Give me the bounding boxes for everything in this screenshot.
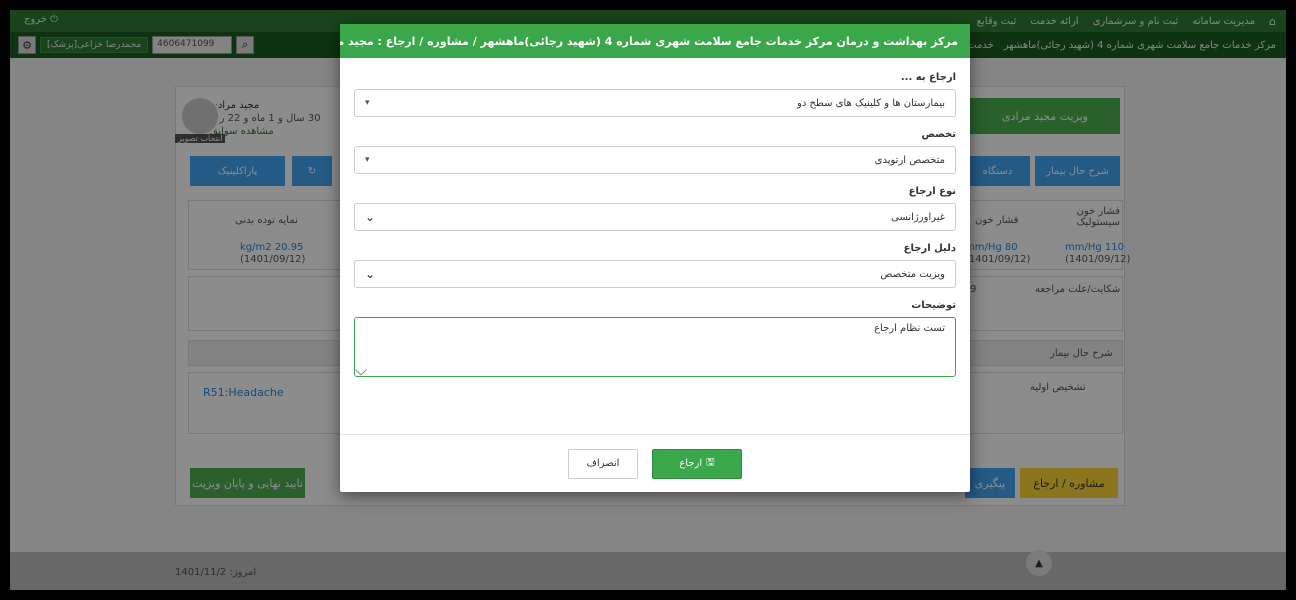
refer-to-value: بیمارستان ها و کلینیک های سطح دو xyxy=(796,97,945,109)
resize-handle-icon[interactable] xyxy=(355,364,367,376)
reason-value: ویزیت متخصص xyxy=(880,268,945,280)
modal-title: مرکز بهداشت و درمان مرکز خدمات جامع سلام… xyxy=(340,24,970,58)
reason-select[interactable]: ویزیت متخصص ⌄ xyxy=(354,260,956,288)
refer-modal: مرکز بهداشت و درمان مرکز خدمات جامع سلام… xyxy=(340,24,970,492)
save-icon: 🖫 xyxy=(706,457,715,468)
refer-to-label: ارجاع به ... xyxy=(900,72,956,83)
refer-button[interactable]: 🖫 ارجاع xyxy=(652,448,742,479)
chevron-down-icon: ⌄ xyxy=(365,267,376,281)
specialty-label: تخصص xyxy=(921,129,956,140)
modal-footer: 🖫 ارجاع انصراف xyxy=(340,434,970,492)
type-select[interactable]: غیراورژانسی ⌄ xyxy=(354,203,956,231)
specialty-value: متخصص ارتوپدی xyxy=(874,154,945,166)
refer-button-label: ارجاع xyxy=(679,458,703,469)
notes-textarea[interactable]: تست نظام ارجاع xyxy=(354,317,956,377)
specialty-select[interactable]: متخصص ارتوپدی ▾ xyxy=(354,146,956,174)
chevron-down-icon: ⌄ xyxy=(365,210,376,224)
notes-label: توضیحات xyxy=(911,300,956,311)
type-value: غیراورژانسی xyxy=(891,211,945,223)
notes-value: تست نظام ارجاع xyxy=(874,323,945,334)
reason-label: دلیل ارجاع xyxy=(903,243,956,254)
type-label: نوع ارجاع xyxy=(908,186,956,197)
refer-to-select[interactable]: بیمارستان ها و کلینیک های سطح دو ▾ xyxy=(354,89,956,117)
modal-body: ارجاع به ... بیمارستان ها و کلینیک های س… xyxy=(340,58,970,377)
caret-icon: ▾ xyxy=(365,155,370,165)
app-window: ⌂ مدیریت سامانه ثبت نام و سرشماری ارائه … xyxy=(10,10,1286,590)
caret-icon: ▾ xyxy=(365,98,370,108)
cancel-button[interactable]: انصراف xyxy=(568,448,638,479)
